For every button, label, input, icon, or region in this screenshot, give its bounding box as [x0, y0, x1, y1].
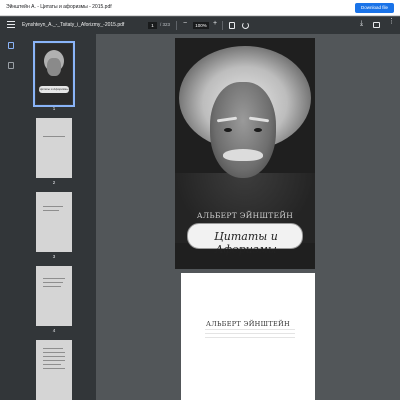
file-name: Eynshteyn_A._-_Tsitaty_i_Aforizmy_-2015.… [22, 22, 125, 28]
menu-icon[interactable] [7, 21, 15, 29]
portrait-eye [254, 128, 262, 132]
page-number-label: 3 [52, 254, 56, 259]
page-thumbnail-5[interactable] [36, 340, 72, 400]
page-header: Эйнштейн А. - Цитаты и афоризмы - 2015.p… [0, 0, 400, 16]
rotate-icon[interactable] [242, 22, 249, 29]
sidebar-icons [0, 34, 22, 400]
portrait-mustache [223, 149, 263, 161]
cover-title-banner: Цитаты и Афоризмы [187, 223, 303, 256]
download-file-button[interactable]: Download file [354, 3, 394, 13]
pdf-page-2: АЛЬБЕРТ ЭЙНШТЕЙН [181, 273, 315, 400]
page2-author: АЛЬБЕРТ ЭЙНШТЕЙН [206, 320, 290, 328]
document-viewer[interactable]: АЛЬБЕРТ ЭЙНШТЕЙН Цитаты и Афоризмы АЛЬБЕ… [96, 34, 400, 400]
thumbnail-list: Цитаты и Афоризмы 1 2 3 4 [22, 34, 96, 400]
page-thumbnail-3[interactable] [36, 192, 72, 252]
zoom-input[interactable]: 100% [193, 22, 209, 29]
page-number-label: 1 [52, 106, 56, 111]
zoom-in-icon[interactable]: + [213, 20, 217, 27]
page-number-label: 4 [52, 328, 56, 333]
outline-icon[interactable] [8, 62, 14, 69]
thumbnails-icon[interactable] [8, 42, 14, 49]
portrait-eye [224, 128, 232, 132]
more-icon[interactable]: ⋮ [388, 18, 395, 25]
cover-author: АЛЬБЕРТ ЭЙНШТЕЙН [196, 211, 294, 220]
cover-title: Цитаты и Афоризмы [214, 230, 278, 256]
pdf-toolbar: Eynshteyn_A._-_Tsitaty_i_Aforizmy_-2015.… [0, 17, 400, 34]
portrait-face [47, 58, 61, 76]
page-total: / 323 [160, 22, 171, 27]
zoom-out-icon[interactable]: − [183, 20, 187, 27]
download-icon[interactable]: ⤓ [360, 20, 363, 28]
bleed-through-text [205, 329, 295, 347]
toolbar-divider [222, 21, 223, 30]
fit-page-icon[interactable] [229, 22, 235, 29]
pdf-page-cover: АЛЬБЕРТ ЭЙНШТЕЙН Цитаты и Афоризмы [175, 38, 315, 269]
print-icon[interactable] [373, 22, 380, 28]
page-thumbnail-4[interactable] [36, 266, 72, 326]
page-thumbnail-1[interactable]: Цитаты и Афоризмы [33, 41, 75, 107]
document-title: Эйнштейн А. - Цитаты и афоризмы - 2015.p… [6, 4, 112, 10]
toolbar-divider [176, 21, 177, 30]
thumbnail-sidebar: Цитаты и Афоризмы 1 2 3 4 [0, 34, 96, 400]
page-number-input[interactable]: 1 [148, 22, 157, 29]
page-number-label: 2 [52, 180, 56, 185]
page-thumbnail-2[interactable] [36, 118, 72, 178]
thumbnail-banner: Цитаты и Афоризмы [39, 86, 69, 93]
portrait-face [210, 82, 276, 178]
